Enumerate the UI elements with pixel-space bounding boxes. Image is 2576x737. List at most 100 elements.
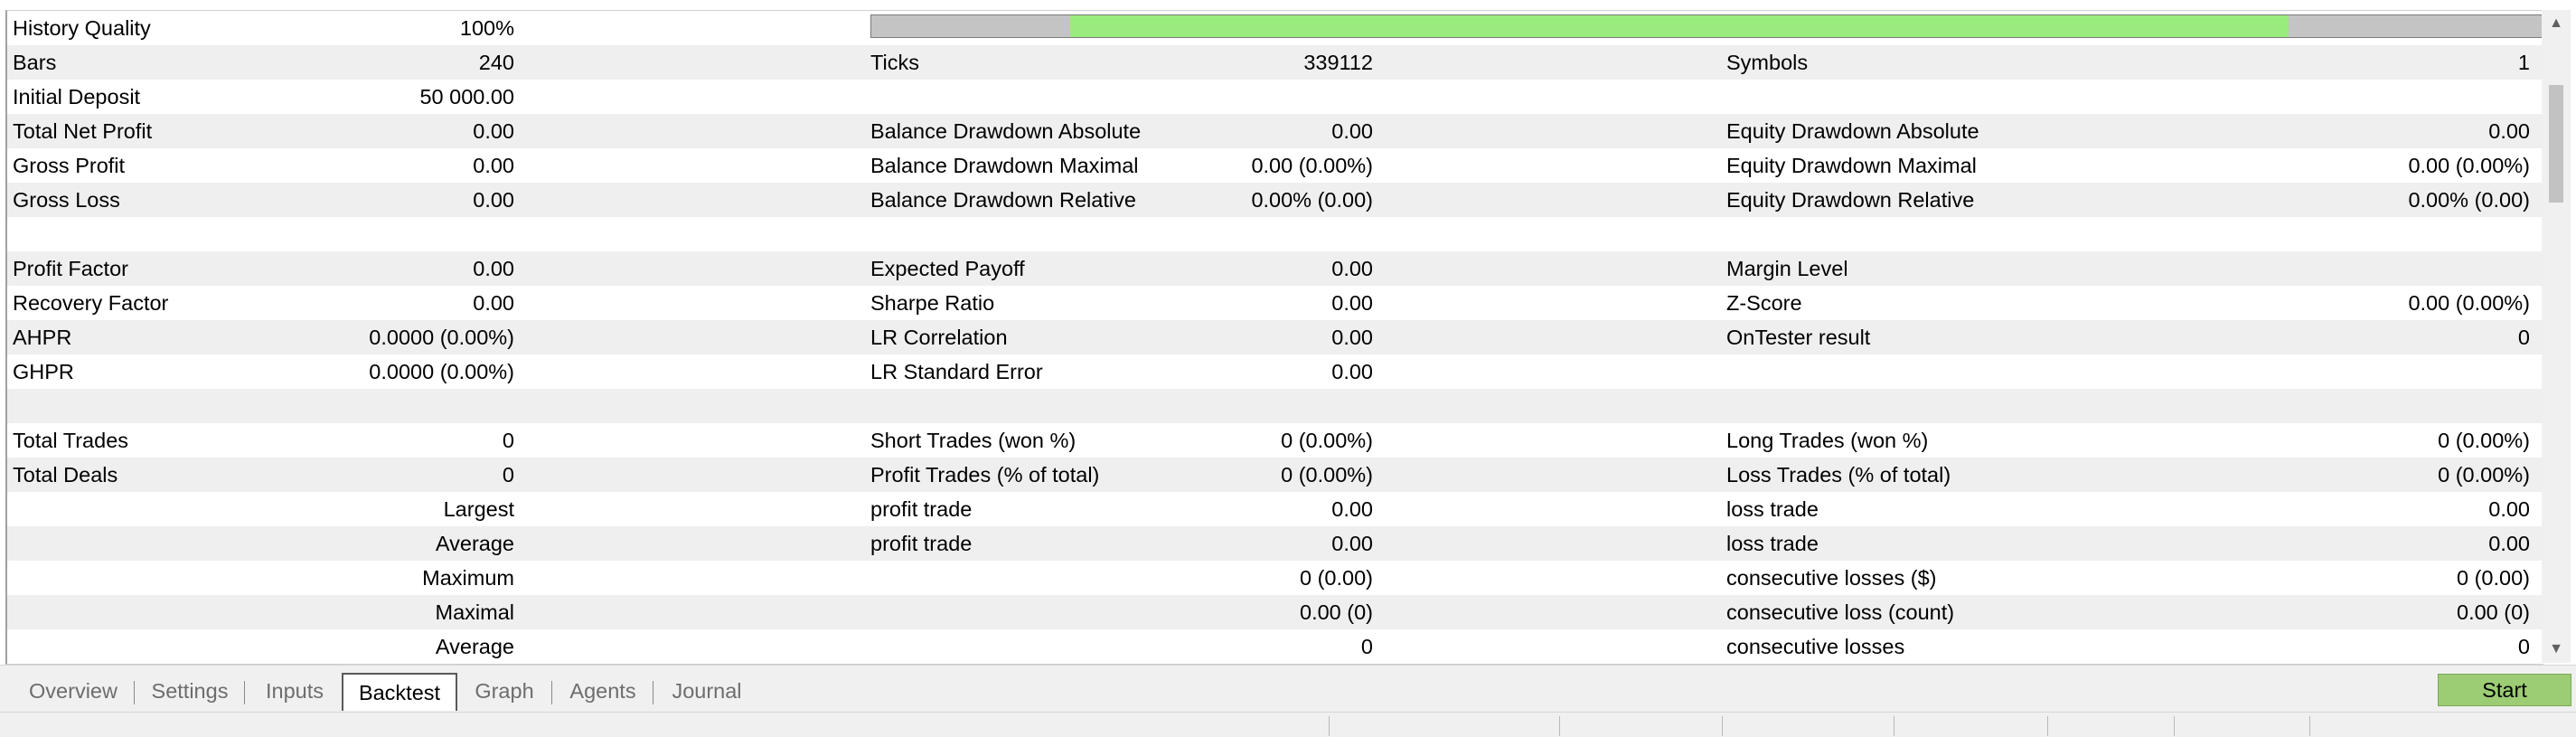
c3-value: 0.00 [2488,497,2530,521]
c3-value: 0 [2517,635,2530,658]
c3-value: 0.00 (0) [2457,600,2530,624]
c1-value: Maximal [435,600,514,624]
report-row: Total Deals 0 Profit Trades (% of total) 0 … [7,458,2543,492]
tab-agents[interactable]: Agents [558,675,648,707]
c3-label: loss trade [1726,532,1819,555]
c1-value: Average [435,635,514,658]
c2-value: 0.00 (0) [1300,600,1373,624]
c2-label: LR Correlation [870,326,1008,349]
c1-value: 0.0000 (0.00%) [369,326,514,349]
c1-value: 50 000.00 [419,85,514,109]
history-quality-row: History Quality 100% [7,11,2543,45]
c1-label: AHPR [13,326,72,349]
report-row [7,389,2543,423]
chevron-up-icon[interactable]: ▲ [2542,10,2571,37]
c3-label: loss trade [1726,497,1819,521]
c1-label: Profit Factor [13,257,128,280]
c2-label: LR Standard Error [870,360,1043,383]
tab-overview[interactable]: Overview [14,675,132,707]
c3-value: 0.00% (0.00) [2408,188,2530,212]
chevron-down-icon[interactable]: ▼ [2542,636,2571,663]
status-bar [0,712,2576,737]
c3-label: Z-Score [1726,291,1802,315]
c1-label: Recovery Factor [13,291,169,315]
scrollbar-thumb[interactable] [2549,85,2563,203]
status-divider [2047,716,2048,736]
status-divider [1329,716,1330,736]
c2-value: 339112 [1303,51,1373,74]
backtest-report: History Quality 100% Bars 240 Ticks 339112 S… [5,10,2543,665]
report-row: Total Net Profit 0.00 Balance Drawdown Abs… [7,114,2543,148]
tab-graph[interactable]: Graph [463,675,546,707]
c3-value: 0 (0.00) [2457,566,2530,590]
c3-label: consecutive loss (count) [1726,600,1955,624]
tab-backtest[interactable]: Backtest [342,673,457,711]
c3-label: Equity Drawdown Maximal [1726,154,1977,177]
history-quality-value: 100% [459,16,514,40]
c1-label: Total Net Profit [13,119,153,143]
tab-divider [134,681,135,704]
tab-inputs[interactable]: Inputs [250,675,339,707]
history-quality-bar-fill [1070,15,2289,37]
vertical-scrollbar[interactable]: ▲ ▼ [2542,10,2571,663]
c3-value: 0.00 [2488,119,2530,143]
c2-label: profit trade [870,497,973,521]
report-row: Initial Deposit 50 000.00 [7,80,2543,114]
status-divider [1559,716,1560,736]
c2-value: 0.00 [1331,291,1373,315]
status-divider [2309,716,2310,736]
report-row: Average 0 consecutive losses 0 [7,629,2543,664]
c3-label: Equity Drawdown Relative [1726,188,1975,212]
c2-label: Expected Payoff [870,257,1025,280]
c3-value: 0 (0.00%) [2438,429,2530,452]
c3-label: consecutive losses ($) [1726,566,1937,590]
c1-value: 240 [478,51,514,74]
report-row: Gross Profit 0.00 Balance Drawdown Maximal… [7,148,2543,183]
report-row: Gross Loss 0.00 Balance Drawdown Relative 0… [7,183,2543,217]
c1-label: Bars [13,51,57,74]
c3-value: 0 (0.00%) [2438,463,2530,487]
status-divider [1722,716,1723,736]
tester-tab-bar: Overview Settings Inputs Backtest Graph … [0,665,2576,713]
c1-label: Initial Deposit [13,85,141,109]
c2-value: 0.00 (0.00%) [1251,154,1373,177]
c3-label: Long Trades (won %) [1726,429,1929,452]
c3-value: 0.00 (0.00%) [2408,291,2530,315]
history-quality-label: History Quality [13,16,151,40]
c2-label: profit trade [870,532,973,555]
c2-value: 0 (0.00%) [1281,463,1373,487]
history-quality-bar [870,14,2543,38]
c2-value: 0.00 [1331,532,1373,555]
report-row: Profit Factor 0.00 Expected Payoff 0.00 Marg… [7,251,2543,286]
c2-label: Sharpe Ratio [870,291,995,315]
tab-settings[interactable]: Settings [140,675,240,707]
c1-value: 0.00 [473,188,514,212]
c1-value: 0.00 [473,119,514,143]
c1-label: GHPR [13,360,74,383]
c2-label: Balance Drawdown Absolute [870,119,1142,143]
c3-value: 0.00 [2488,532,2530,555]
c3-label: Equity Drawdown Absolute [1726,119,1979,143]
c2-value: 0.00 [1331,326,1373,349]
c3-label: OnTester result [1726,326,1871,349]
c1-value: 0 [502,463,514,487]
tab-divider [244,681,245,704]
c1-value: 0.00 [473,291,514,315]
c2-label: Short Trades (won %) [870,429,1076,452]
report-row: Average profit trade 0.00 loss trade 0.00 [7,526,2543,561]
c2-label: Balance Drawdown Maximal [870,154,1139,177]
c2-value: 0 (0.00%) [1281,429,1373,452]
start-button[interactable]: Start [2438,674,2571,706]
c2-label: Ticks [870,51,919,74]
c1-value: 0.00 [473,257,514,280]
report-row: Total Trades 0 Short Trades (won %) 0 (0.00… [7,423,2543,458]
report-row [7,217,2543,251]
c1-value: 0 [502,429,514,452]
strategy-tester-panel: History Quality 100% Bars 240 Ticks 339112 S… [0,0,2576,737]
c1-label: Gross Profit [13,154,126,177]
report-row: Maximum 0 (0.00) consecutive losses ($) 0 (… [7,561,2543,595]
report-row: Maximal 0.00 (0) consecutive loss (count) 0… [7,595,2543,629]
tab-journal[interactable]: Journal [658,675,756,707]
c2-label: Profit Trades (% of total) [870,463,1100,487]
status-divider [2174,716,2175,736]
